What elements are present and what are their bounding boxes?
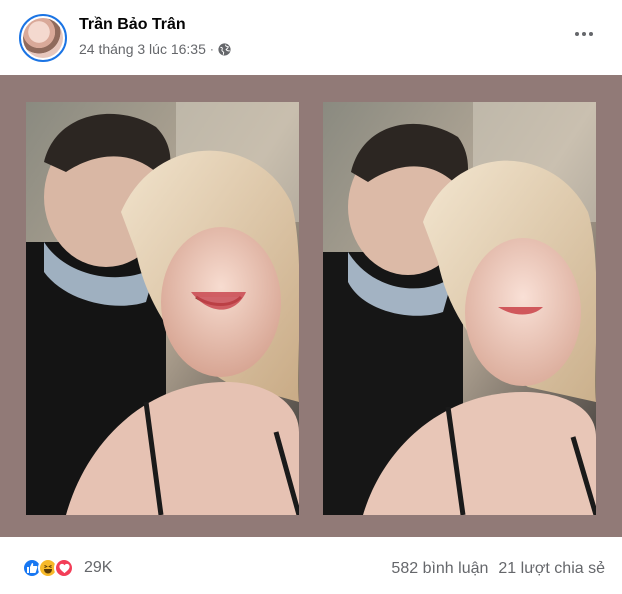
more-options-icon[interactable] (572, 22, 596, 46)
photo-1[interactable] (26, 102, 299, 515)
post-meta: 24 tháng 3 lúc 16:35 · (79, 41, 231, 57)
post-timestamp[interactable]: 24 tháng 3 lúc 16:35 (79, 41, 206, 57)
reaction-count[interactable]: 29K (84, 559, 112, 577)
reactions-summary[interactable]: 29K (22, 558, 112, 578)
comments-count[interactable]: 582 bình luận (391, 560, 488, 578)
photo-2[interactable] (323, 102, 596, 515)
love-icon (54, 558, 74, 578)
photo-2-image (323, 102, 596, 515)
author-name[interactable]: Trần Bảo Trân (79, 16, 186, 34)
author-avatar[interactable] (19, 14, 67, 62)
meta-separator: · (209, 42, 214, 56)
engagement-stats: 582 bình luận 21 lượt chia sẻ (391, 560, 605, 578)
photo-1-image (26, 102, 299, 515)
photo-collage (0, 75, 622, 537)
avatar-image (23, 18, 63, 58)
globe-icon[interactable] (218, 42, 231, 56)
shares-count[interactable]: 21 lượt chia sẻ (498, 560, 605, 578)
facebook-post: Trần Bảo Trân 24 tháng 3 lúc 16:35 · 29K… (0, 0, 622, 594)
